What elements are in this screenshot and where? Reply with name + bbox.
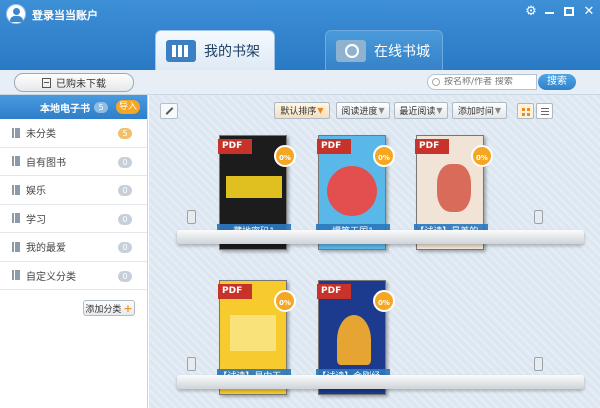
sidebar-item-study[interactable]: 学习 0 (0, 205, 147, 233)
sort-arrow-icon: ▼ (436, 106, 443, 115)
minimize-icon[interactable] (543, 5, 557, 19)
book-icon (12, 184, 20, 195)
sidebar-item-label: 娱乐 (26, 186, 46, 198)
user-avatar-icon[interactable] (6, 4, 26, 24)
sidebar-item-custom-category[interactable]: 自定义分类 0 (0, 262, 147, 290)
sidebar-header[interactable]: 本地电子书 5 导入 (0, 95, 147, 119)
progress-badge: 0% (471, 145, 493, 167)
pdf-badge: PDF (218, 284, 252, 299)
item-count-badge: 0 (118, 156, 132, 168)
edit-icon[interactable] (160, 103, 178, 119)
sidebar-item-entertainment[interactable]: 娱乐 0 (0, 176, 147, 205)
search-button[interactable]: 搜索 (538, 74, 576, 90)
sort-label: 默认排序 (280, 107, 317, 117)
grid-view-icon[interactable] (517, 103, 534, 119)
progress-badge: 0% (373, 290, 395, 312)
sort-label: 阅读进度 (341, 107, 378, 117)
shelf-bracket (187, 210, 196, 224)
bookshelf-board (177, 230, 584, 244)
sort-recent-button[interactable]: 最近阅读 ▼ (394, 102, 448, 119)
sort-added-time-button[interactable]: 添加时间 ▼ (452, 102, 507, 119)
sidebar-count-badge: 5 (94, 101, 108, 113)
tab-label: 我的书架 (204, 43, 260, 60)
sidebar-item-uncategorized[interactable]: 未分类 5 (0, 119, 147, 148)
title-bar: 登录当当账户 ⚙ ✕ 我的书架 在线书城 (0, 0, 600, 70)
bookshelf-area: 默认排序▼ 阅读进度▼ 最近阅读▼ 添加时间▼ PDF 0% 藏地密码1 PDF… (149, 95, 600, 408)
progress-badge: 0% (373, 145, 395, 167)
book-icon (12, 156, 20, 167)
bookshelf-board (177, 375, 584, 389)
book-icon (12, 241, 20, 252)
shelf-bracket (534, 210, 543, 224)
sidebar-item-label: 自定义分类 (26, 271, 76, 283)
sidebar-item-label: 未分类 (26, 129, 56, 141)
login-link[interactable]: 登录当当账户 (32, 7, 98, 23)
shelf-bracket (534, 357, 543, 371)
book-icon (12, 213, 20, 224)
item-count-badge: 0 (118, 185, 132, 196)
add-category-button[interactable]: 添加分类 + (83, 300, 135, 316)
sort-arrow-icon: ▼ (317, 106, 324, 115)
sort-arrow-icon: ▼ (378, 106, 385, 115)
search-input[interactable] (444, 77, 532, 87)
sidebar-item-label: 我的最爱 (26, 243, 66, 255)
settings-gear-icon[interactable]: ⚙ (524, 5, 538, 19)
item-count-badge: 0 (118, 213, 132, 225)
tab-my-bookshelf[interactable]: 我的书架 (155, 30, 275, 70)
item-count-badge: 0 (118, 242, 132, 253)
import-button[interactable]: 导入 (116, 100, 140, 114)
close-icon[interactable]: ✕ (582, 5, 596, 19)
bookstore-icon (336, 39, 366, 62)
progress-badge: 0% (274, 290, 296, 312)
sort-arrow-icon: ▼ (494, 106, 502, 115)
pdf-badge: PDF (415, 139, 449, 154)
book-icon (12, 127, 20, 138)
sidebar-item-label: 学习 (26, 214, 46, 226)
add-category-label: 添加分类 (85, 304, 122, 315)
item-count-badge: 0 (118, 270, 132, 282)
pdf-badge: PDF (317, 284, 351, 299)
search-icon (432, 78, 440, 86)
pdf-badge: PDF (218, 139, 252, 154)
sort-default-button[interactable]: 默认排序 ▼ (274, 102, 330, 119)
progress-badge: 0% (274, 145, 296, 167)
search-box (427, 74, 537, 90)
list-view-icon[interactable] (536, 103, 553, 119)
shelf-bracket (187, 357, 196, 371)
maximize-icon[interactable] (562, 5, 576, 19)
sidebar-title: 本地电子书 (40, 103, 90, 115)
tab-online-bookstore[interactable]: 在线书城 (325, 30, 443, 70)
book-icon (12, 270, 20, 281)
plus-icon: + (123, 301, 133, 315)
document-icon (42, 77, 51, 88)
tab-label: 在线书城 (374, 43, 430, 60)
sidebar: 本地电子书 5 导入 未分类 5 自有图书 0 娱乐 0 学习 0 我的最爱 0… (0, 95, 148, 408)
sidebar-item-own-books[interactable]: 自有图书 0 (0, 148, 147, 176)
sort-label: 最近阅读 (399, 107, 436, 117)
toolbar: 已购未下载 搜索 (0, 70, 600, 95)
pdf-badge: PDF (317, 139, 351, 154)
sidebar-item-label: 自有图书 (26, 157, 66, 169)
sidebar-item-favorites[interactable]: 我的最爱 0 (0, 233, 147, 262)
item-count-badge: 5 (118, 128, 132, 139)
bookshelf-icon (166, 39, 196, 62)
purchased-label: 已购未下载 (56, 79, 106, 90)
sort-label: 添加时间 (457, 107, 494, 117)
purchased-not-downloaded-button[interactable]: 已购未下载 (14, 73, 134, 92)
sort-progress-button[interactable]: 阅读进度 ▼ (336, 102, 390, 119)
